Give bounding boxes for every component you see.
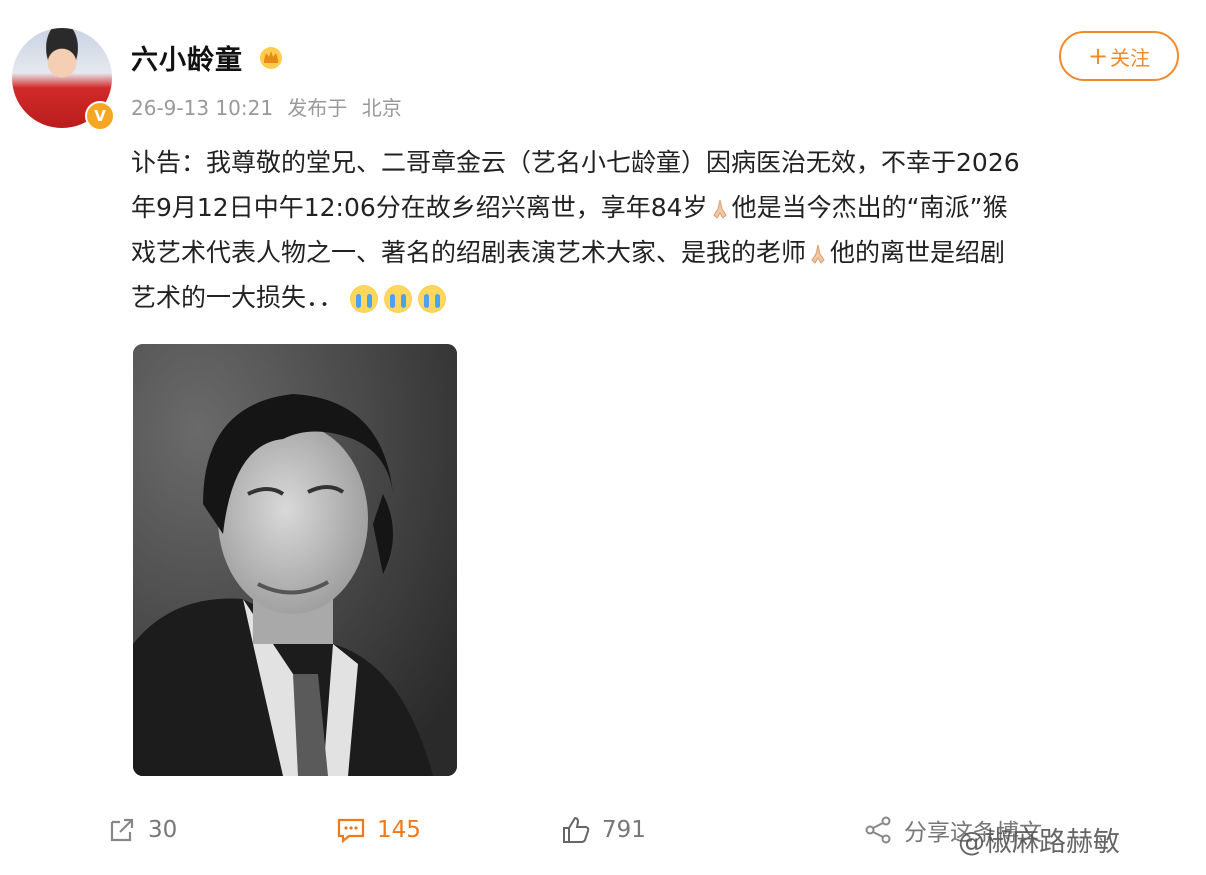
post-meta: 26-9-13 10:21 发布于 北京: [131, 92, 402, 121]
praying-hands-icon: [811, 244, 825, 264]
crying-face-icon: [383, 285, 412, 313]
crying-face-icon: [417, 285, 446, 313]
username[interactable]: 六小龄童: [131, 38, 243, 77]
location: 北京: [361, 96, 402, 120]
praying-hands-icon: [712, 199, 727, 219]
weibo-post: V 六小龄童 26-9-13 10:21 发布于 北京 + 关注 讣告：我尊敬的…: [0, 0, 1206, 875]
share-network-icon: [865, 816, 891, 844]
post-line-4: 艺术的一大损失．．: [131, 283, 344, 312]
plus-icon: +: [1087, 42, 1109, 70]
crown-badge-icon: [260, 47, 282, 69]
post-line-3b: 他的离世是绍剧: [830, 238, 1006, 267]
follow-label: 关注: [1110, 45, 1151, 70]
crying-face-icon: [349, 285, 378, 313]
portrait-image: [133, 344, 457, 776]
comment-icon: [337, 818, 365, 844]
like-icon: [563, 816, 590, 843]
post-line-3a: 戏艺术代表人物之一、著名的绍剧表演艺术大家、是我的老师: [131, 238, 807, 267]
verified-badge-icon: V: [85, 101, 115, 131]
like-count: 791: [602, 817, 646, 843]
post-text: 讣告：我尊敬的堂兄、二哥章金云（艺名小七龄童）因病医治无效，不幸于2026 年9…: [131, 140, 1171, 320]
like-button[interactable]: 791: [560, 812, 646, 848]
comment-button[interactable]: 145: [335, 812, 421, 848]
posted-from-label: 发布于: [287, 96, 348, 120]
post-photo[interactable]: [133, 344, 457, 776]
crying-emojis: [349, 285, 446, 313]
follow-button[interactable]: + 关注: [1059, 31, 1179, 81]
share-icon: [110, 818, 134, 842]
watermark: @椒麻路赫敏: [958, 827, 1120, 858]
timestamp: 26-9-13 10:21: [131, 96, 274, 120]
repost-button[interactable]: 30: [106, 812, 177, 848]
post-line-1: 讣告：我尊敬的堂兄、二哥章金云（艺名小七龄童）因病医治无效，不幸于2026: [131, 148, 1020, 177]
repost-count: 30: [148, 817, 178, 843]
comment-count: 145: [377, 817, 421, 843]
post-line-2a: 年9月12日中午12:06分在故乡绍兴离世，享年84岁: [131, 193, 708, 222]
post-line-2b: 他是当今杰出的“南派”猴: [731, 193, 1008, 222]
